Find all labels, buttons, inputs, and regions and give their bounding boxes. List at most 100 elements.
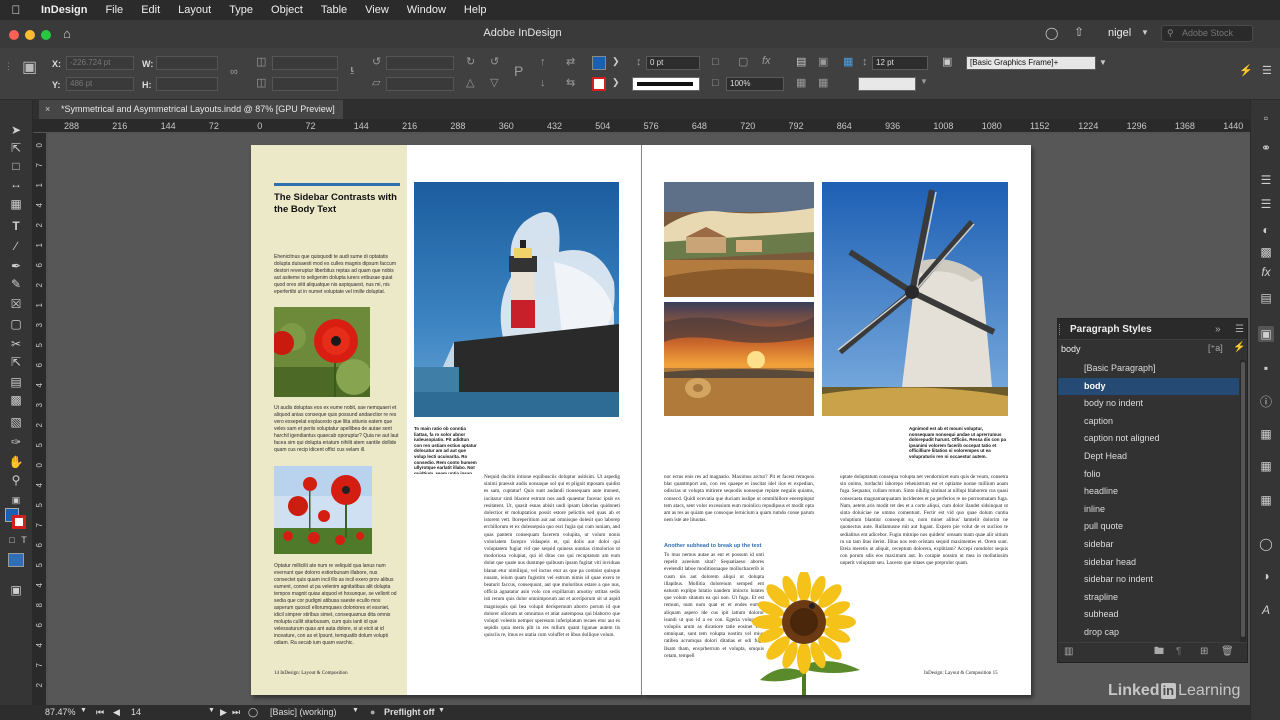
lightbulb-icon[interactable]: ◯ (1045, 27, 1058, 39)
lightning-icon[interactable]: ⚡ (1233, 343, 1245, 353)
reference-point-icon[interactable]: ▣ (22, 60, 37, 76)
menu-help[interactable]: Help (455, 4, 496, 16)
align-right-icon[interactable]: ▦ (818, 78, 828, 89)
character-styles-panel-icon[interactable]: ▪ (1258, 360, 1274, 376)
flip-vertical-icon[interactable]: ▽ (490, 78, 498, 89)
style-item-sidebar-no-indent[interactable]: sidebar no indent (1058, 571, 1239, 589)
vertical-ruler[interactable]: 0714216213564325045765486472 (33, 133, 47, 705)
collapse-panel-icon[interactable]: » (1215, 319, 1221, 340)
eyedropper-tool-icon[interactable]: ✑ (8, 434, 24, 450)
h-field[interactable] (156, 77, 218, 91)
paragraph-styles-header[interactable]: Paragraph Styles » ☰ (1058, 319, 1247, 340)
rotate-90-cw-icon[interactable]: ↻ (466, 57, 475, 68)
image-caption-left[interactable]: To main ratio ob conntia liattas, fa ro … (414, 426, 478, 474)
page-number-field[interactable]: 14 (131, 707, 141, 717)
flip-horizontal-icon[interactable]: △ (466, 78, 474, 89)
menu-type[interactable]: Type (220, 4, 262, 16)
menu-app-name[interactable]: InDesign (32, 4, 96, 16)
fill-swatch[interactable] (592, 56, 606, 70)
chevron-down-icon[interactable]: ▼ (1141, 29, 1149, 37)
table-panel-icon[interactable]: ▦ (1258, 426, 1274, 442)
close-tab-icon[interactable]: × (45, 100, 50, 119)
stroke-swatch[interactable] (592, 77, 606, 91)
corner-shape-field[interactable] (858, 77, 916, 91)
effects-box-icon[interactable]: ▢ (738, 57, 748, 68)
quick-apply-icon[interactable]: ⚡ (1239, 66, 1253, 77)
scrollbar-thumb[interactable] (1241, 362, 1245, 637)
preflight-profile-chevron-icon[interactable]: ▼ (352, 707, 359, 714)
fx-icon[interactable]: fx (762, 56, 771, 67)
lighthouse-image[interactable] (414, 182, 619, 417)
auto-fit-icon[interactable]: ▦ (843, 57, 853, 68)
free-transform-tool-icon[interactable]: ⇱ (8, 354, 24, 370)
new-style-icon[interactable]: ⊞ (1200, 647, 1208, 657)
preflight-status[interactable]: Preflight off (384, 707, 435, 717)
layers-panel-icon[interactable]: ☰ (1258, 172, 1274, 188)
table-styles-panel-icon[interactable]: ▦ (1258, 492, 1274, 508)
style-item-inline[interactable]: inline (1058, 501, 1239, 519)
corner-shape-chevron-icon[interactable]: ▼ (920, 78, 928, 86)
style-item-caption[interactable]: caption (1058, 413, 1239, 431)
formatting-text-icon[interactable]: T (16, 532, 32, 548)
body-text-column-right-1a[interactable]: nor ectus enis res ad magnatio. Maximus … (664, 474, 814, 540)
create-style-group-icon[interactable]: [⁺a] (1208, 344, 1223, 353)
style-item-sidebar-head[interactable]: sidebar head (1058, 554, 1239, 572)
sidebar-paragraph-3[interactable]: Optatur millicilit ate num re veliquid q… (274, 563, 400, 663)
poppy-field-image[interactable] (274, 466, 372, 554)
select-next-icon[interactable]: ⇆ (566, 78, 575, 89)
sidebar-paragraph-1[interactable]: Ehenicitnus que quisquodi te audi sume d… (274, 254, 400, 304)
horizontal-ruler[interactable]: 288 216 144 72 0 72 144 216 288 360 432 504 576 648 72… (33, 119, 1250, 133)
y-field[interactable]: 486 pt (66, 77, 134, 91)
scale-x-field[interactable] (272, 56, 338, 70)
selection-tool-icon[interactable]: ➤ (8, 122, 24, 138)
folio-right[interactable]: InDesign: Layout & Composition 15 (924, 671, 998, 676)
zoom-tool-icon[interactable]: ⚲ (8, 472, 24, 488)
links-panel-icon[interactable]: ⚭ (1258, 140, 1274, 156)
cliffs-image[interactable] (664, 182, 814, 297)
style-item-subhead[interactable]: subhead (1058, 606, 1239, 624)
gradient-feather-tool-icon[interactable]: ▩ (8, 392, 24, 408)
panel-menu-icon[interactable]: ☰ (1235, 319, 1244, 340)
shear-field[interactable] (386, 77, 454, 91)
page-tool-icon[interactable]: □ (8, 158, 24, 174)
hand-tool-icon[interactable]: ✋ (8, 454, 24, 470)
select-previous-icon[interactable]: ⇄ (566, 57, 575, 68)
w-field[interactable] (156, 56, 218, 70)
align-left-icon[interactable]: ▦ (796, 78, 806, 89)
pencil-tool-icon[interactable]: ✎ (8, 276, 24, 292)
last-page-icon[interactable]: ⏭ (232, 707, 240, 718)
direct-selection-tool-icon[interactable]: ⇱ (8, 140, 24, 156)
effects-panel-icon[interactable]: fx (1258, 264, 1274, 280)
style-item-drop-cap[interactable]: drop cap (1058, 624, 1239, 642)
note-tool-icon[interactable]: ▧ (8, 414, 24, 430)
style-item-pull-quote[interactable]: pull quote (1058, 518, 1239, 536)
opacity-field[interactable]: 100% (726, 77, 784, 91)
pathfinder-panel-icon[interactable]: ◑ (1258, 568, 1274, 584)
panel-grip-icon[interactable]: ⋮ (4, 62, 13, 71)
style-item-body-no-indent[interactable]: body no indent (1058, 395, 1239, 413)
fill-menu-chevron-icon[interactable]: ❯ (612, 57, 620, 66)
text-wrap-none-icon[interactable]: ▤ (796, 57, 806, 68)
sidebar-paragraph-2[interactable]: Ut audis doluptas eos ex eume nobit, sae… (274, 405, 400, 463)
clear-overrides-icon[interactable]: ¶ (1176, 647, 1181, 657)
style-item-folio[interactable]: folio (1058, 466, 1239, 484)
rectangle-frame-tool-icon[interactable]: ☒ (8, 296, 24, 312)
line-tool-icon[interactable]: ∕ (8, 238, 24, 254)
cell-styles-panel-icon[interactable]: ▦ (1258, 458, 1274, 474)
preflight-profile[interactable]: [Basic] (working) (270, 707, 337, 717)
style-item-sidebar[interactable]: sidebar (1058, 536, 1239, 554)
subhead[interactable]: Another subhead to break up the text (664, 543, 761, 549)
menu-object[interactable]: Object (262, 4, 312, 16)
object-style-field[interactable]: [Basic Graphics Frame]+ (966, 56, 1096, 70)
rotation-field[interactable] (386, 56, 454, 70)
control-panel-menu-icon[interactable]: ☰ (1262, 66, 1272, 77)
windmill-image[interactable] (822, 182, 1008, 416)
next-page-icon[interactable]: ▶ (220, 707, 227, 718)
zoom-chevron-icon[interactable]: ▼ (80, 707, 87, 714)
pen-tool-icon[interactable]: ✒ (8, 258, 24, 274)
folio-left[interactable]: 14 InDesign: Layout & Composition (274, 671, 348, 676)
menu-layout[interactable]: Layout (169, 4, 220, 16)
select-content-icon[interactable]: ↓ (540, 78, 546, 89)
previous-page-icon[interactable]: ◀ (113, 707, 120, 718)
stroke-weight-stepper-icon[interactable]: ↕ (636, 57, 642, 68)
